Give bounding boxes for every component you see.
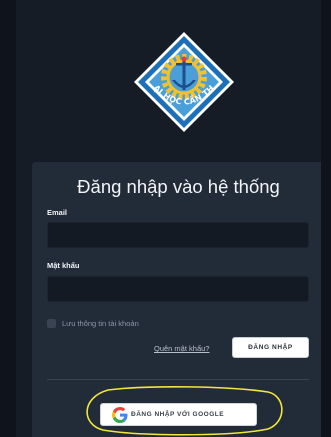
remember-me[interactable]: Lưu thông tin tài khoản: [47, 319, 139, 328]
login-card: Đăng nhập vào hệ thống Email Mật khẩu Lư…: [32, 162, 325, 437]
university-logo: ĐẠI HỌC CẦN THƠ: [132, 30, 234, 132]
google-login-button[interactable]: ĐĂNG NHẬP VỚI GOOGLE: [100, 403, 257, 426]
google-icon: [112, 406, 128, 423]
forgot-password-link[interactable]: Quên mật khẩu?: [154, 344, 209, 353]
password-label: Mật khẩu: [47, 261, 80, 270]
remember-label: Lưu thông tin tài khoản: [62, 319, 139, 328]
login-title: Đăng nhập vào hệ thống: [77, 176, 280, 197]
email-input[interactable]: [47, 222, 309, 248]
login-page: ĐẠI HỌC CẦN THƠ Đăng nhập vào hệ thống E…: [0, 0, 331, 437]
email-label: Email: [47, 208, 68, 217]
remember-checkbox[interactable]: [47, 319, 56, 328]
google-button-label: ĐĂNG NHẬP VỚI GOOGLE: [131, 411, 225, 418]
password-input[interactable]: [47, 276, 309, 302]
divider: [47, 379, 309, 380]
login-button[interactable]: ĐĂNG NHẬP: [232, 337, 309, 358]
